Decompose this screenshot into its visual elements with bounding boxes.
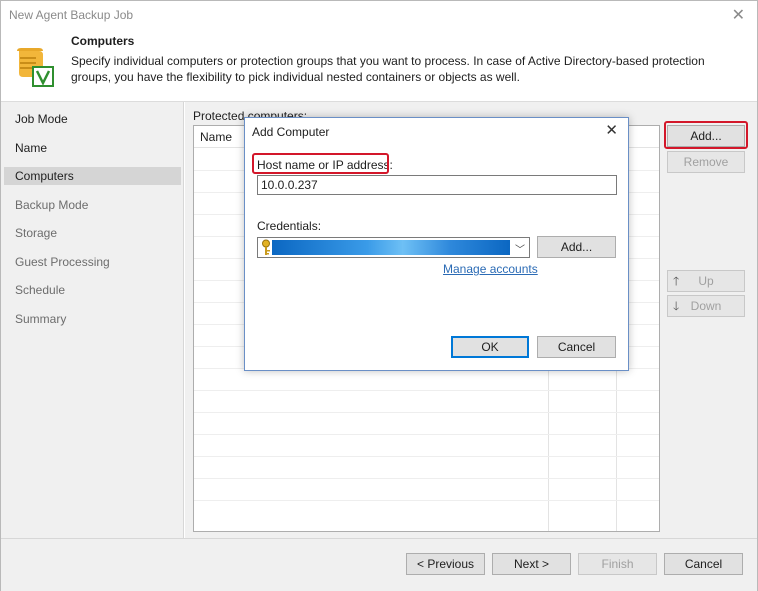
sidebar-item-schedule[interactable]: Schedule bbox=[4, 281, 181, 299]
list-row-line bbox=[194, 500, 659, 501]
sidebar-item-name[interactable]: Name bbox=[4, 139, 181, 157]
add-button-highlight bbox=[664, 121, 748, 149]
window-close-icon[interactable]: ✕ bbox=[732, 5, 745, 25]
sidebar-item-guest-processing[interactable]: Guest Processing bbox=[4, 253, 181, 271]
credentials-label: Credentials: bbox=[257, 219, 322, 233]
step-description: Specify individual computers or protecti… bbox=[71, 54, 705, 84]
list-row-line bbox=[194, 434, 659, 435]
add-credentials-button[interactable]: Add... bbox=[537, 236, 616, 258]
list-row-line bbox=[194, 390, 659, 391]
sidebar-item-job-mode[interactable]: Job Mode bbox=[4, 110, 181, 128]
column-header-name[interactable]: Name bbox=[200, 130, 232, 144]
wizard-steps-sidebar: Job Mode Name Computers Backup Mode Stor… bbox=[1, 102, 184, 538]
move-down-button[interactable]: 🡓 Down bbox=[667, 295, 745, 317]
credentials-selected-value bbox=[272, 240, 510, 255]
remove-button[interactable]: Remove bbox=[667, 151, 745, 173]
previous-button[interactable]: < Previous bbox=[406, 553, 485, 575]
window-title: New Agent Backup Job bbox=[9, 8, 134, 22]
sidebar-item-computers[interactable]: Computers bbox=[4, 167, 181, 185]
move-up-label: Up bbox=[698, 274, 714, 288]
dialog-close-icon[interactable]: ✕ bbox=[605, 121, 618, 139]
title-bar: New Agent Backup Job ✕ bbox=[1, 1, 757, 29]
scroll-checkmark-icon bbox=[17, 48, 54, 87]
sidebar-item-storage[interactable]: Storage bbox=[4, 224, 181, 242]
list-row-line bbox=[194, 412, 659, 413]
move-down-label: Down bbox=[690, 299, 722, 313]
chevron-down-icon[interactable]: ﹀ bbox=[515, 241, 525, 256]
sidebar-item-summary[interactable]: Summary bbox=[4, 310, 181, 328]
dialog-cancel-button[interactable]: Cancel bbox=[537, 336, 616, 358]
step-header: Computers Specify individual computers o… bbox=[1, 29, 757, 101]
sidebar-item-backup-mode[interactable]: Backup Mode bbox=[4, 196, 181, 214]
ok-button[interactable]: OK bbox=[451, 336, 529, 358]
host-input[interactable]: 10.0.0.237 bbox=[257, 175, 617, 195]
host-label-highlight bbox=[252, 153, 389, 174]
next-button[interactable]: Next > bbox=[492, 553, 571, 575]
list-row-line bbox=[194, 478, 659, 479]
arrow-down-icon: 🡓 bbox=[673, 299, 680, 313]
manage-accounts-link[interactable]: Manage accounts bbox=[443, 262, 538, 276]
key-icon bbox=[262, 239, 270, 255]
list-row-line bbox=[194, 456, 659, 457]
cancel-button[interactable]: Cancel bbox=[664, 553, 743, 575]
backup-job-window: New Agent Backup Job ✕ Computers Specify… bbox=[0, 0, 758, 591]
arrow-up-icon: 🡑 bbox=[673, 274, 680, 288]
add-computer-dialog: Add Computer ✕ Host name or IP address: … bbox=[244, 117, 629, 371]
finish-button[interactable]: Finish bbox=[578, 553, 657, 575]
step-title: Computers bbox=[71, 34, 135, 48]
credentials-select[interactable]: ﹀ bbox=[257, 237, 530, 258]
dialog-title: Add Computer bbox=[252, 125, 330, 139]
move-up-button[interactable]: 🡑 Up bbox=[667, 270, 745, 292]
